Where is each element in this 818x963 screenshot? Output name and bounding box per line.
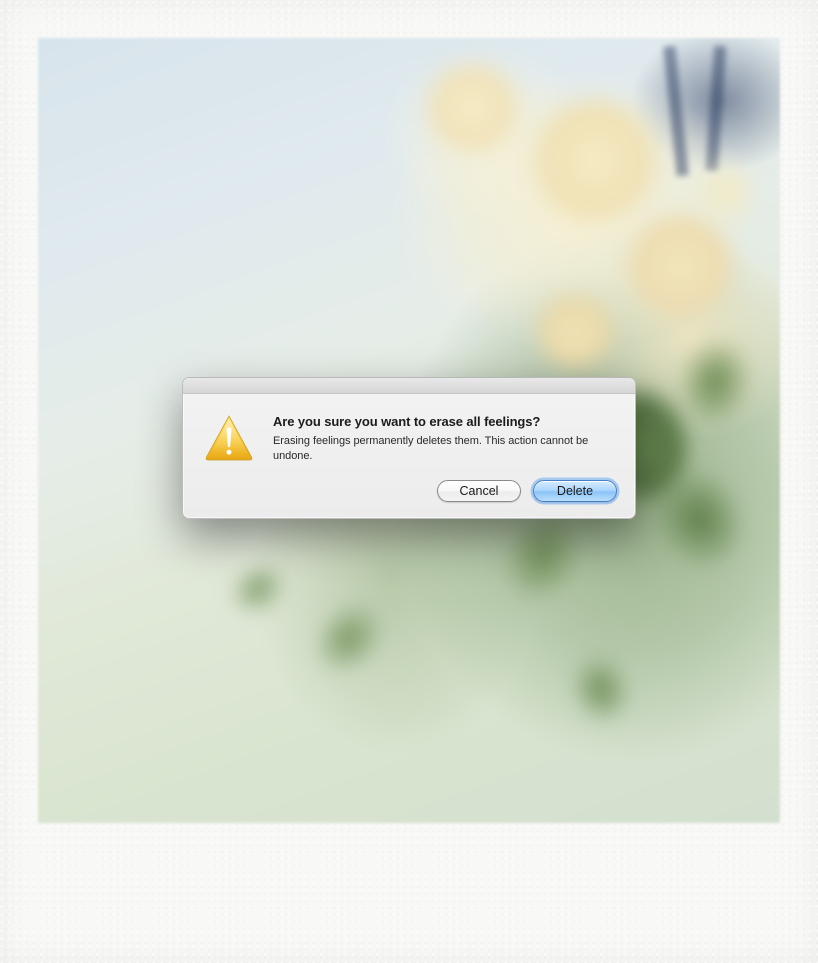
flower-blob (530, 98, 660, 223)
leaf-blob (218, 551, 297, 628)
confirmation-dialog: Are you sure you want to erase all feeli… (182, 377, 636, 519)
flower-blob (535, 293, 615, 371)
dialog-text-block: Are you sure you want to erase all feeli… (273, 412, 615, 464)
trellis-structure (646, 46, 756, 176)
flower-blob (425, 63, 520, 153)
warning-icon (203, 412, 255, 464)
dialog-button-row: Cancel Delete (183, 472, 635, 518)
leaf-blob (300, 587, 399, 688)
leaf-blob (562, 646, 639, 732)
cancel-button[interactable]: Cancel (437, 480, 521, 502)
flower-blob (625, 213, 735, 318)
dialog-message: Erasing feelings permanently deletes the… (273, 434, 615, 464)
delete-button[interactable]: Delete (533, 480, 617, 502)
dialog-titlebar[interactable] (183, 378, 635, 394)
dialog-title: Are you sure you want to erase all feeli… (273, 414, 615, 429)
leaf-blob (672, 332, 759, 433)
dialog-body: Are you sure you want to erase all feeli… (183, 394, 635, 472)
flower-blob (690, 158, 760, 226)
